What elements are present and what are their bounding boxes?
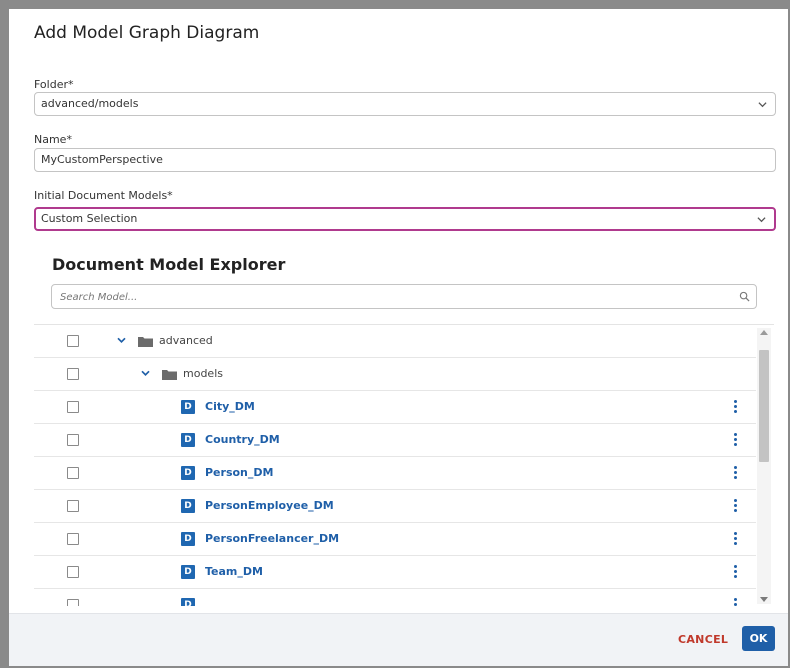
folder-label: Folder* xyxy=(34,78,74,91)
document-model-badge: D xyxy=(181,433,195,447)
tree-row-model[interactable]: D Team_DM xyxy=(34,556,756,589)
folder-icon xyxy=(138,337,153,347)
row-checkbox[interactable] xyxy=(67,533,79,545)
search-icon[interactable] xyxy=(739,291,750,302)
document-model-badge: D xyxy=(181,598,195,606)
tree-row-model[interactable]: D PersonEmployee_DM xyxy=(34,490,756,523)
folder-select[interactable]: advanced/models xyxy=(34,92,776,116)
dialog-footer: CANCEL OK xyxy=(9,613,788,666)
tree-row-model[interactable]: D Person_DM xyxy=(34,457,756,490)
search-input[interactable] xyxy=(52,286,712,309)
kebab-menu-icon[interactable] xyxy=(732,498,738,514)
scroll-up-arrow-icon[interactable] xyxy=(760,330,768,335)
add-model-graph-dialog: Add Model Graph Diagram Folder* advanced… xyxy=(9,9,788,666)
row-checkbox[interactable] xyxy=(67,434,79,446)
row-checkbox[interactable] xyxy=(67,368,79,380)
document-model-badge: D xyxy=(181,466,195,480)
name-input-value: MyCustomPerspective xyxy=(41,153,163,166)
kebab-menu-icon[interactable] xyxy=(732,597,738,606)
tree-row-folder-models[interactable]: models xyxy=(34,358,756,391)
document-model-badge: D xyxy=(181,499,195,513)
ok-button[interactable]: OK xyxy=(742,626,775,651)
kebab-menu-icon[interactable] xyxy=(732,432,738,448)
tree-row-folder-advanced[interactable]: advanced xyxy=(34,325,756,358)
folder-icon xyxy=(162,370,177,380)
folder-name: advanced xyxy=(159,334,213,347)
row-checkbox[interactable] xyxy=(67,599,79,606)
folder-select-value: advanced/models xyxy=(41,97,139,110)
name-input[interactable]: MyCustomPerspective xyxy=(34,148,776,172)
row-checkbox[interactable] xyxy=(67,401,79,413)
chevron-down-icon[interactable] xyxy=(117,337,126,344)
chevron-down-icon xyxy=(757,217,766,223)
model-name[interactable]: City_DM xyxy=(205,400,255,413)
tree-scrollbar[interactable] xyxy=(757,328,771,604)
model-name[interactable]: PersonEmployee_DM xyxy=(205,499,334,512)
initial-models-select-value: Custom Selection xyxy=(41,212,138,225)
model-name[interactable]: Person_DM xyxy=(205,466,273,479)
model-name[interactable]: Team_DM xyxy=(205,565,263,578)
chevron-down-icon xyxy=(758,102,767,108)
kebab-menu-icon[interactable] xyxy=(732,399,738,415)
tree-row-model[interactable]: D City_DM xyxy=(34,391,756,424)
cancel-button[interactable]: CANCEL xyxy=(678,627,728,651)
model-tree: advanced models D City_DM D Country_DM D… xyxy=(34,324,774,606)
chevron-down-icon[interactable] xyxy=(141,370,150,377)
explorer-title: Document Model Explorer xyxy=(52,255,286,274)
tree-row-model[interactable]: D Country_DM xyxy=(34,424,756,457)
kebab-menu-icon[interactable] xyxy=(732,531,738,547)
search-box[interactable] xyxy=(51,284,757,309)
dialog-title: Add Model Graph Diagram xyxy=(34,23,260,43)
row-checkbox[interactable] xyxy=(67,335,79,347)
model-name[interactable]: Country_DM xyxy=(205,433,280,446)
initial-models-label: Initial Document Models* xyxy=(34,189,173,202)
scrollbar-thumb[interactable] xyxy=(759,350,769,462)
document-model-badge: D xyxy=(181,400,195,414)
row-checkbox[interactable] xyxy=(67,500,79,512)
document-model-badge: D xyxy=(181,565,195,579)
kebab-menu-icon[interactable] xyxy=(732,564,738,580)
scroll-down-arrow-icon[interactable] xyxy=(760,597,768,602)
document-model-badge: D xyxy=(181,532,195,546)
tree-row-model-partial[interactable]: D xyxy=(34,589,756,606)
name-label: Name* xyxy=(34,133,72,146)
folder-name: models xyxy=(183,367,223,380)
kebab-menu-icon[interactable] xyxy=(732,465,738,481)
initial-models-select[interactable]: Custom Selection xyxy=(34,207,776,231)
row-checkbox[interactable] xyxy=(67,566,79,578)
row-checkbox[interactable] xyxy=(67,467,79,479)
tree-row-model[interactable]: D PersonFreelancer_DM xyxy=(34,523,756,556)
model-name[interactable]: PersonFreelancer_DM xyxy=(205,532,339,545)
